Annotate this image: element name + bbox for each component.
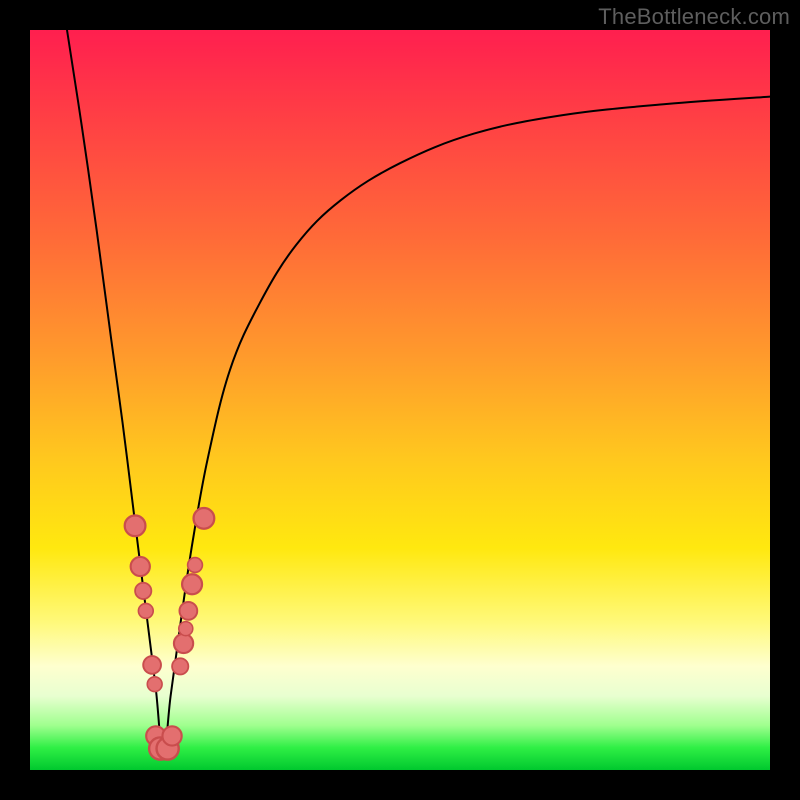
plot-area (30, 30, 770, 770)
bead-marker (194, 508, 215, 529)
bead-marker (135, 583, 151, 599)
bead-marker (179, 602, 197, 620)
curve-layer (30, 30, 770, 770)
bottleneck-curve (67, 30, 770, 759)
bead-marker (172, 658, 188, 674)
bead-marker (147, 677, 162, 692)
bead-marker (182, 574, 202, 594)
bead-marker (143, 656, 161, 674)
bead-marker (188, 558, 203, 573)
bead-marker (125, 515, 146, 536)
bead-marker (179, 622, 193, 636)
bead-marker (138, 604, 153, 619)
watermark-label: TheBottleneck.com (598, 4, 790, 30)
chart-frame: TheBottleneck.com (0, 0, 800, 800)
bead-marker (174, 634, 193, 653)
bead-marker (162, 726, 181, 745)
bead-marker (131, 557, 150, 576)
